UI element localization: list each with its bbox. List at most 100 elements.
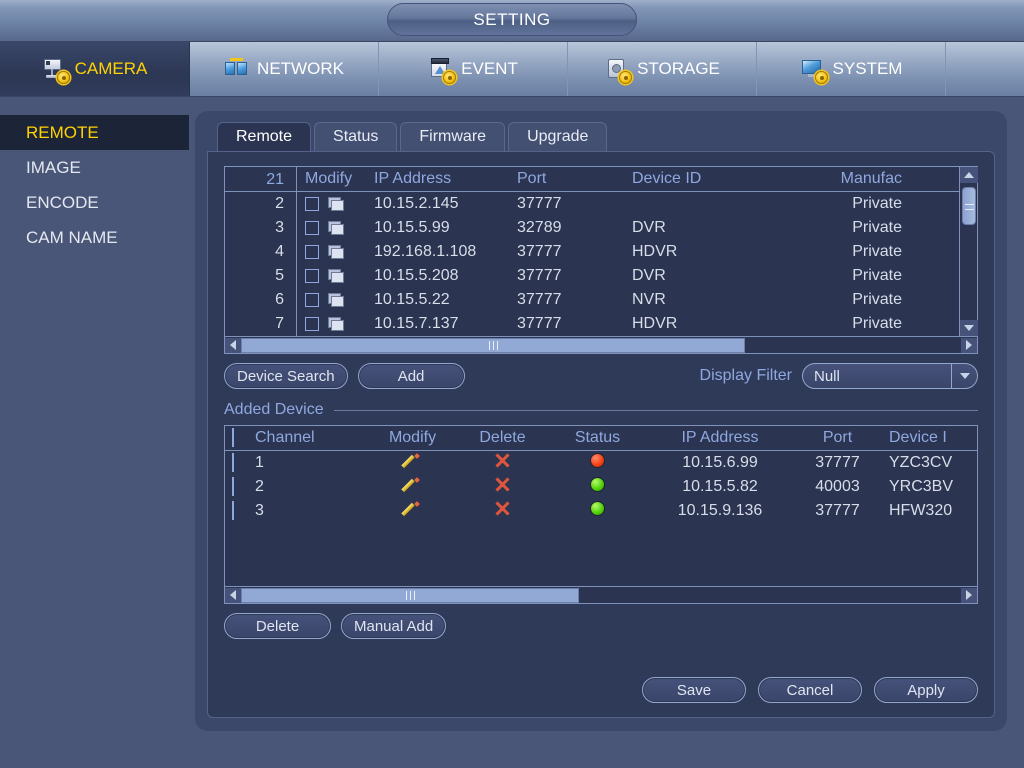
scroll-down-arrow-icon[interactable] <box>960 320 978 336</box>
row-ip-address: 192.168.1.108 <box>374 243 477 260</box>
row-checkbox[interactable] <box>232 477 234 496</box>
row-checkbox[interactable] <box>305 317 319 331</box>
scroll-left-arrow-icon[interactable] <box>225 587 241 603</box>
row-checkbox[interactable] <box>305 221 319 235</box>
status-indicator <box>590 477 605 492</box>
cancel-button[interactable]: Cancel <box>758 677 862 703</box>
tab-remote[interactable]: Remote <box>217 122 312 151</box>
add-button[interactable]: Add <box>357 363 465 389</box>
scroll-up-arrow-icon[interactable] <box>960 167 978 183</box>
added-device-horizontal-scrollbar[interactable] <box>224 587 978 604</box>
apply-button[interactable]: Apply <box>874 677 978 703</box>
header-port: Port <box>822 429 853 446</box>
tab-upgrade[interactable]: Upgrade <box>508 122 608 151</box>
network-icon <box>224 56 250 82</box>
device-search-vertical-scrollbar[interactable] <box>959 167 978 336</box>
vertical-scroll-thumb[interactable] <box>962 187 976 225</box>
sidebar-item-cam-name-label: CAM NAME <box>26 228 118 247</box>
modify-device-icon[interactable] <box>328 293 344 307</box>
row-channel: 3 <box>255 502 264 519</box>
delete-button[interactable]: Delete <box>224 613 331 639</box>
table-row[interactable]: 6 10.15.5.22 37777 NVR Private <box>225 288 977 312</box>
added-device-table-header: Channel Modify Delete Status IP Address … <box>225 426 977 451</box>
status-indicator <box>590 453 605 468</box>
delete-x-icon[interactable] <box>495 453 510 468</box>
horizontal-scroll-thumb[interactable] <box>241 337 745 353</box>
manual-add-button[interactable]: Manual Add <box>341 613 447 639</box>
table-row[interactable]: 3 10.15.5.99 32789 DVR Private <box>225 216 977 240</box>
horizontal-scroll-track[interactable] <box>241 587 961 603</box>
edit-pencil-icon[interactable] <box>405 501 421 517</box>
row-port: 37777 <box>815 502 860 519</box>
sidebar-item-image-label: IMAGE <box>26 158 81 177</box>
row-checkbox[interactable] <box>232 501 234 520</box>
row-manufacturer: Private <box>852 267 902 284</box>
sidebar-item-encode[interactable]: ENCODE <box>0 185 189 220</box>
header-device-id: Device I <box>889 429 947 446</box>
save-button[interactable]: Save <box>642 677 746 703</box>
display-filter-label: Display Filter <box>699 367 792 384</box>
modify-device-icon[interactable] <box>328 221 344 235</box>
page-body: REMOTE IMAGE ENCODE CAM NAME Remote Stat… <box>0 97 1024 768</box>
table-row[interactable]: 3 10.15.9.136 37777 HFW320 <box>225 499 977 523</box>
row-port: 40003 <box>815 478 860 495</box>
sidebar-item-remote[interactable]: REMOTE <box>0 115 189 150</box>
horizontal-scroll-thumb[interactable] <box>241 587 580 603</box>
row-manufacturer: Private <box>852 243 902 260</box>
row-device-id: NVR <box>632 291 666 308</box>
nav-tab-system[interactable]: SYSTEM <box>757 42 946 96</box>
table-row[interactable]: 2 10.15.2.145 37777 Private <box>225 192 977 216</box>
tab-status[interactable]: Status <box>314 122 398 151</box>
table-row[interactable]: 5 10.15.5.208 37777 DVR Private <box>225 264 977 288</box>
modify-device-icon[interactable] <box>328 197 344 211</box>
sidebar-item-cam-name[interactable]: CAM NAME <box>0 220 189 255</box>
header-port: Port <box>517 170 547 187</box>
table-row[interactable]: 4 192.168.1.108 37777 HDVR Private <box>225 240 977 264</box>
nav-tab-storage[interactable]: STORAGE <box>568 42 757 96</box>
modify-device-icon[interactable] <box>328 245 344 259</box>
table-row[interactable]: 7 10.15.7.137 37777 HDVR Private <box>225 312 977 336</box>
nav-tab-network[interactable]: NETWORK <box>190 42 379 96</box>
header-modify: Modify <box>305 170 353 187</box>
row-checkbox[interactable] <box>305 269 319 283</box>
row-device-id: YRC3BV <box>889 478 954 495</box>
table-row[interactable]: 1 10.15.6.99 37777 YZC3CV <box>225 451 977 475</box>
scroll-right-arrow-icon[interactable] <box>961 587 977 603</box>
row-index: 3 <box>225 216 297 240</box>
section-divider <box>333 409 978 411</box>
row-checkbox[interactable] <box>305 197 319 211</box>
row-checkbox[interactable] <box>305 293 319 307</box>
row-device-id: HDVR <box>632 243 678 260</box>
display-filter-select[interactable]: Null <box>802 363 978 389</box>
header-device-count: 21 <box>225 167 297 191</box>
row-ip-address: 10.15.5.82 <box>682 478 758 495</box>
row-checkbox[interactable] <box>305 245 319 259</box>
device-search-button[interactable]: Device Search <box>224 363 348 389</box>
device-search-table: 21 Modify IP Address Port Device ID Manu… <box>224 166 978 337</box>
row-manufacturer: Private <box>852 219 902 236</box>
header-device-id: Device ID <box>632 170 702 187</box>
tab-firmware[interactable]: Firmware <box>400 122 506 151</box>
scroll-left-arrow-icon[interactable] <box>225 337 241 353</box>
select-all-checkbox[interactable] <box>232 428 234 447</box>
chevron-down-icon[interactable] <box>951 364 977 388</box>
modify-device-icon[interactable] <box>328 269 344 283</box>
nav-tab-event[interactable]: EVENT <box>379 42 568 96</box>
sidebar-item-remote-label: REMOTE <box>26 123 99 142</box>
device-search-horizontal-scrollbar[interactable] <box>224 337 978 354</box>
row-manufacturer: Private <box>852 291 902 308</box>
row-index: 4 <box>225 240 297 264</box>
dialog-actions: Save Cancel Apply <box>642 677 978 703</box>
delete-x-icon[interactable] <box>495 477 510 492</box>
table-row[interactable]: 2 10.15.5.82 40003 YRC3BV <box>225 475 977 499</box>
edit-pencil-icon[interactable] <box>405 453 421 469</box>
sidebar-item-image[interactable]: IMAGE <box>0 150 189 185</box>
nav-tab-camera[interactable]: CAMERA <box>0 42 190 96</box>
delete-x-icon[interactable] <box>495 501 510 516</box>
row-checkbox[interactable] <box>232 453 234 472</box>
main-navigation: CAMERA NETWORK EVENT STORAGE SYSTEM <box>0 42 1024 97</box>
edit-pencil-icon[interactable] <box>405 477 421 493</box>
scroll-right-arrow-icon[interactable] <box>961 337 977 353</box>
modify-device-icon[interactable] <box>328 317 344 331</box>
horizontal-scroll-track[interactable] <box>241 337 961 353</box>
